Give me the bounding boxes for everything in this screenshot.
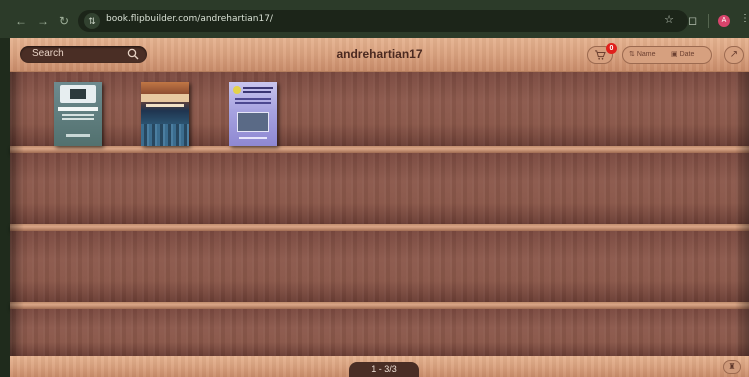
shelf-row-2 <box>10 153 749 224</box>
book-cover-2[interactable] <box>141 82 189 146</box>
book-cover-3[interactable] <box>229 82 277 146</box>
case-shadow-right <box>735 72 749 356</box>
shelf-plank <box>10 302 749 309</box>
bookshelf-footer: 1 - 3/3 ♜ <box>10 356 749 377</box>
bookcase <box>10 72 749 356</box>
shelf-row-3 <box>10 231 749 302</box>
sort-name-label: Name <box>636 51 656 58</box>
theme-tshirt-button[interactable]: ♜ <box>723 360 741 374</box>
laptop-illustration <box>60 85 96 103</box>
sort-by-name-button[interactable]: ⇅ Name <box>629 47 656 63</box>
share-button[interactable]: ↗ <box>724 46 744 64</box>
case-shadow-left <box>10 72 24 356</box>
tshirt-icon: ♜ <box>728 362 736 371</box>
url-text: book.flipbuilder.com/andrehartian17/ <box>106 14 273 24</box>
cart-icon <box>595 50 606 60</box>
bookmark-star-icon[interactable]: ☆ <box>664 13 674 26</box>
city-skyline-illustration <box>141 124 189 146</box>
forward-arrow-icon[interactable]: → <box>36 14 50 28</box>
shelf-plank <box>10 146 749 153</box>
extensions-icon[interactable]: ◻ <box>688 14 697 27</box>
sort-name-icon: ⇅ <box>629 51 635 58</box>
bookshelf-toolbar: Search andrehartian17 0 ⇅ Name ▣ Date ↗ <box>10 38 749 72</box>
toolbar-separator <box>708 14 709 28</box>
back-arrow-icon[interactable]: ← <box>14 14 28 28</box>
reload-icon[interactable]: ↻ <box>57 14 71 28</box>
calendar-icon: ▣ <box>671 51 678 58</box>
sort-date-label: Date <box>679 51 695 58</box>
book-cover-1[interactable] <box>54 82 102 146</box>
profile-avatar[interactable]: A <box>718 15 730 27</box>
cart-count-badge: 0 <box>606 43 617 54</box>
sort-controls: ⇅ Name ▣ Date <box>622 46 712 64</box>
browser-chrome: ← → ↻ ⇅ book.flipbuilder.com/andrehartia… <box>0 0 749 38</box>
shelf-row-1 <box>10 72 749 146</box>
address-bar[interactable]: ⇅ book.flipbuilder.com/andrehartian17/ ☆ <box>78 10 688 32</box>
pagination-indicator[interactable]: 1 - 3/3 <box>349 362 419 377</box>
sort-by-date-button[interactable]: ▣ Date <box>671 47 694 63</box>
institution-logo-icon <box>233 86 241 94</box>
cover-photo <box>237 112 269 132</box>
shelf-plank <box>10 224 749 231</box>
shelf-row-4 <box>10 309 749 356</box>
browser-menu-icon[interactable]: ⋮ <box>740 13 749 24</box>
share-icon: ↗ <box>729 49 739 60</box>
site-settings-icon[interactable]: ⇅ <box>84 13 100 29</box>
